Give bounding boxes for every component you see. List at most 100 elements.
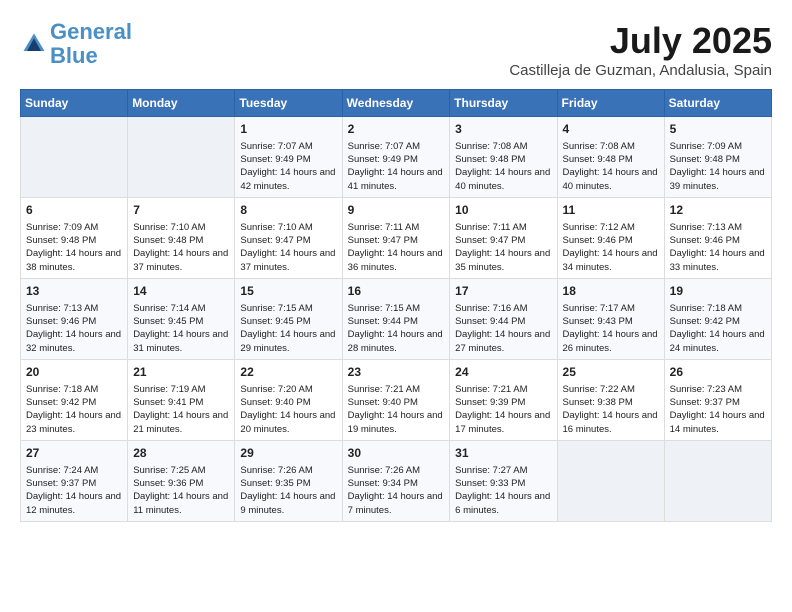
week-row-1: 1Sunrise: 7:07 AMSunset: 9:49 PMDaylight… [21, 117, 772, 198]
sunrise-text: Sunrise: 7:19 AM [133, 383, 229, 396]
daylight-text: Daylight: 14 hours and 9 minutes. [240, 490, 336, 517]
sunset-text: Sunset: 9:48 PM [563, 153, 659, 166]
calendar-cell: 28Sunrise: 7:25 AMSunset: 9:36 PMDayligh… [128, 440, 235, 521]
header-thursday: Thursday [450, 90, 557, 117]
day-number: 21 [133, 364, 229, 381]
calendar-cell: 31Sunrise: 7:27 AMSunset: 9:33 PMDayligh… [450, 440, 557, 521]
calendar-cell [557, 440, 664, 521]
day-number: 30 [348, 445, 445, 462]
calendar-cell: 25Sunrise: 7:22 AMSunset: 9:38 PMDayligh… [557, 359, 664, 440]
sunset-text: Sunset: 9:47 PM [240, 234, 336, 247]
day-number: 18 [563, 283, 659, 300]
sunrise-text: Sunrise: 7:18 AM [26, 383, 122, 396]
daylight-text: Daylight: 14 hours and 41 minutes. [348, 166, 445, 193]
header-tuesday: Tuesday [235, 90, 342, 117]
sunset-text: Sunset: 9:45 PM [240, 315, 336, 328]
day-number: 8 [240, 202, 336, 219]
sunset-text: Sunset: 9:44 PM [348, 315, 445, 328]
daylight-text: Daylight: 14 hours and 35 minutes. [455, 247, 551, 274]
sunset-text: Sunset: 9:41 PM [133, 396, 229, 409]
header-monday: Monday [128, 90, 235, 117]
day-number: 22 [240, 364, 336, 381]
daylight-text: Daylight: 14 hours and 27 minutes. [455, 328, 551, 355]
day-number: 6 [26, 202, 122, 219]
sunset-text: Sunset: 9:47 PM [455, 234, 551, 247]
calendar-table: SundayMondayTuesdayWednesdayThursdayFrid… [20, 89, 772, 522]
day-number: 2 [348, 121, 445, 138]
sunrise-text: Sunrise: 7:21 AM [455, 383, 551, 396]
calendar-cell: 15Sunrise: 7:15 AMSunset: 9:45 PMDayligh… [235, 278, 342, 359]
sunset-text: Sunset: 9:42 PM [670, 315, 766, 328]
sunrise-text: Sunrise: 7:12 AM [563, 221, 659, 234]
logo: General Blue [20, 20, 132, 68]
daylight-text: Daylight: 14 hours and 42 minutes. [240, 166, 336, 193]
calendar-cell: 3Sunrise: 7:08 AMSunset: 9:48 PMDaylight… [450, 117, 557, 198]
day-number: 1 [240, 121, 336, 138]
calendar-subtitle: Castilleja de Guzman, Andalusia, Spain [509, 62, 772, 79]
daylight-text: Daylight: 14 hours and 7 minutes. [348, 490, 445, 517]
calendar-cell [21, 117, 128, 198]
daylight-text: Daylight: 14 hours and 24 minutes. [670, 328, 766, 355]
daylight-text: Daylight: 14 hours and 6 minutes. [455, 490, 551, 517]
day-number: 27 [26, 445, 122, 462]
week-row-5: 27Sunrise: 7:24 AMSunset: 9:37 PMDayligh… [21, 440, 772, 521]
sunrise-text: Sunrise: 7:11 AM [455, 221, 551, 234]
sunset-text: Sunset: 9:36 PM [133, 477, 229, 490]
day-number: 7 [133, 202, 229, 219]
daylight-text: Daylight: 14 hours and 40 minutes. [563, 166, 659, 193]
calendar-cell: 21 Sunrise: 7:19 AMSunset: 9:41 PMDayligh… [128, 359, 235, 440]
day-number: 29 [240, 445, 336, 462]
header-saturday: Saturday [664, 90, 771, 117]
calendar-cell: 10 Sunrise: 7:11 AMSunset: 9:47 PMDayligh… [450, 197, 557, 278]
sunset-text: Sunset: 9:39 PM [455, 396, 551, 409]
calendar-title: July 2025 [509, 20, 772, 62]
day-number: 23 [348, 364, 445, 381]
day-number: 26 [670, 364, 766, 381]
daylight-text: Daylight: 14 hours and 31 minutes. [133, 328, 229, 355]
day-number: 16 [348, 283, 445, 300]
day-number: 19 [670, 283, 766, 300]
sunrise-text: Sunrise: 7:15 AM [240, 302, 336, 315]
day-number: 10 [455, 202, 551, 219]
calendar-cell: 2Sunrise: 7:07 AMSunset: 9:49 PMDaylight… [342, 117, 450, 198]
sunrise-text: Sunrise: 7:07 AM [348, 140, 445, 153]
sunrise-text: Sunrise: 7:09 AM [670, 140, 766, 153]
sunrise-text: Sunrise: 7:22 AM [563, 383, 659, 396]
sunset-text: Sunset: 9:40 PM [348, 396, 445, 409]
daylight-text: Daylight: 14 hours and 26 minutes. [563, 328, 659, 355]
sunrise-text: Sunrise: 7:14 AM [133, 302, 229, 315]
daylight-text: Daylight: 14 hours and 37 minutes. [133, 247, 229, 274]
calendar-cell: 14Sunrise: 7:14 AMSunset: 9:45 PMDayligh… [128, 278, 235, 359]
daylight-text: Daylight: 14 hours and 36 minutes. [348, 247, 445, 274]
week-row-3: 13Sunrise: 7:13 AMSunset: 9:46 PMDayligh… [21, 278, 772, 359]
daylight-text: Daylight: 14 hours and 21 minutes. [133, 409, 229, 436]
week-row-2: 6Sunrise: 7:09 AMSunset: 9:48 PMDaylight… [21, 197, 772, 278]
daylight-text: Daylight: 14 hours and 16 minutes. [563, 409, 659, 436]
sunset-text: Sunset: 9:37 PM [670, 396, 766, 409]
calendar-cell: 4Sunrise: 7:08 AMSunset: 9:48 PMDaylight… [557, 117, 664, 198]
sunrise-text: Sunrise: 7:11 AM [348, 221, 445, 234]
daylight-text: Daylight: 14 hours and 29 minutes. [240, 328, 336, 355]
title-area: July 2025 Castilleja de Guzman, Andalusi… [509, 20, 772, 79]
calendar-header: SundayMondayTuesdayWednesdayThursdayFrid… [21, 90, 772, 117]
sunset-text: Sunset: 9:46 PM [26, 315, 122, 328]
sunrise-text: Sunrise: 7:18 AM [670, 302, 766, 315]
page-header: General Blue July 2025 Castilleja de Guz… [20, 20, 772, 79]
sunrise-text: Sunrise: 7:10 AM [133, 221, 229, 234]
calendar-cell: 19 Sunrise: 7:18 AMSunset: 9:42 PMDayligh… [664, 278, 771, 359]
calendar-cell: 24Sunrise: 7:21 AMSunset: 9:39 PMDayligh… [450, 359, 557, 440]
sunset-text: Sunset: 9:33 PM [455, 477, 551, 490]
daylight-text: Daylight: 14 hours and 38 minutes. [26, 247, 122, 274]
sunset-text: Sunset: 9:45 PM [133, 315, 229, 328]
day-number: 5 [670, 121, 766, 138]
day-number: 25 [563, 364, 659, 381]
sunset-text: Sunset: 9:48 PM [670, 153, 766, 166]
logo-text: General Blue [50, 20, 132, 68]
calendar-cell: 6Sunrise: 7:09 AMSunset: 9:48 PMDaylight… [21, 197, 128, 278]
calendar-cell: 30Sunrise: 7:26 AMSunset: 9:34 PMDayligh… [342, 440, 450, 521]
sunrise-text: Sunrise: 7:10 AM [240, 221, 336, 234]
calendar-cell: 20Sunrise: 7:18 AMSunset: 9:42 PMDayligh… [21, 359, 128, 440]
sunset-text: Sunset: 9:46 PM [563, 234, 659, 247]
sunrise-text: Sunrise: 7:26 AM [240, 464, 336, 477]
sunset-text: Sunset: 9:40 PM [240, 396, 336, 409]
